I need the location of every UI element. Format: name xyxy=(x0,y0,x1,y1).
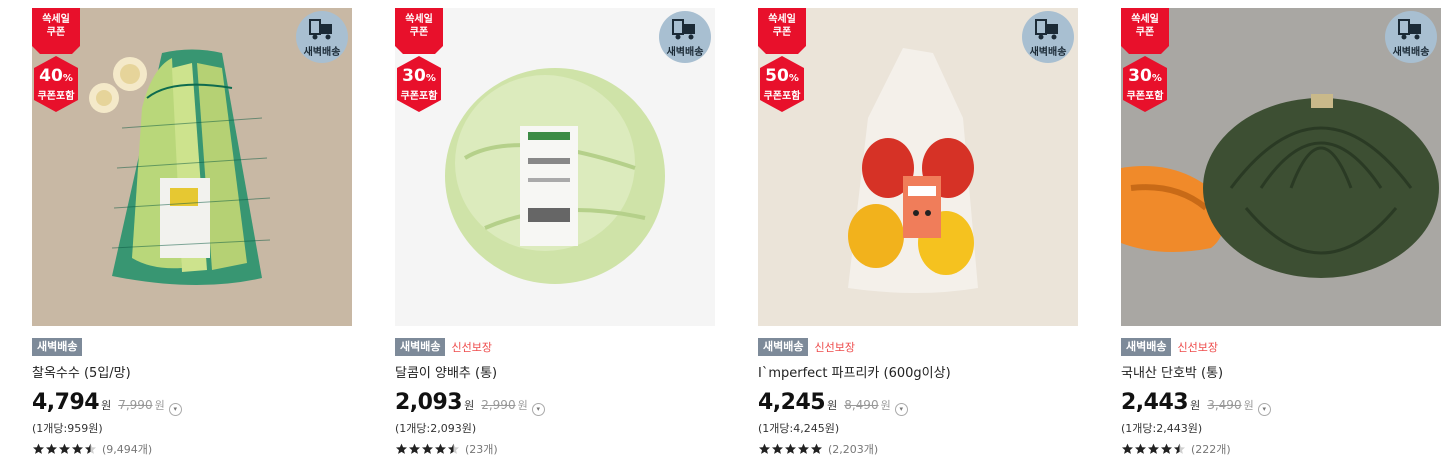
product-image[interactable]: 쏙세일 쿠폰 30% 쿠폰포함 새벽배송 xyxy=(1121,8,1441,326)
star-icon xyxy=(396,443,407,454)
star-icon xyxy=(772,443,783,454)
star-icon xyxy=(409,443,420,454)
info-circle-icon[interactable]: ▾ xyxy=(168,403,182,416)
product-name[interactable]: 국내산 단호박 (통) xyxy=(1121,365,1441,383)
star-icon xyxy=(1161,443,1172,454)
star-rating xyxy=(32,443,97,455)
unit-price: (1개당:4,245원) xyxy=(758,422,840,435)
original-price: 8,490 xyxy=(844,398,879,412)
product-name[interactable]: 찰옥수수 (5입/망) xyxy=(32,365,352,383)
original-price: 2,990 xyxy=(481,398,516,412)
product-card[interactable]: 쏙세일 쿠폰 50% 쿠폰포함 새벽배송 새벽배송 신선보장 I`mperfect … xyxy=(758,8,1078,468)
fresh-guarantee-tag: 신선보장 xyxy=(1177,341,1218,354)
sale-coupon-badge: 쏙세일 쿠폰 30% 쿠폰포함 xyxy=(1121,8,1169,112)
delivery-truck-icon xyxy=(1398,19,1421,40)
delivery-truck-icon xyxy=(1035,19,1058,40)
star-icon xyxy=(785,443,796,454)
star-icon xyxy=(85,443,96,454)
unit-price: (1개당:959원) xyxy=(32,422,103,435)
product-image[interactable]: 쏙세일 쿠폰 40% 쿠폰포함 새벽배송 xyxy=(32,8,352,326)
fresh-guarantee-tag: 신선보장 xyxy=(451,341,492,354)
unit-price: (1개당:2,443원) xyxy=(1121,422,1203,435)
info-circle-icon[interactable]: ▾ xyxy=(531,403,545,416)
star-icon xyxy=(1135,443,1146,454)
star-rating xyxy=(1121,443,1186,455)
product-card[interactable]: 쏙세일 쿠폰 30% 쿠폰포함 새벽배송 새벽배송 신선보장 국내산 단호박 (통)… xyxy=(1121,8,1441,468)
star-rating xyxy=(395,443,460,455)
product-name[interactable]: I`mperfect 파프리카 (600g이상) xyxy=(758,365,1078,383)
star-icon xyxy=(798,443,809,454)
unit-price: (1개당:2,093원) xyxy=(395,422,477,435)
star-icon xyxy=(33,443,44,454)
product-card[interactable]: 쏙세일 쿠폰 30% 쿠폰포함 새벽배송 새벽배송 신선보장 달콤이 양배추 (통)… xyxy=(395,8,715,468)
star-icon xyxy=(448,443,459,454)
dawn-delivery-badge: 새벽배송 xyxy=(659,11,711,63)
star-icon xyxy=(435,443,446,454)
product-name[interactable]: 달콤이 양배추 (통) xyxy=(395,365,715,383)
star-icon xyxy=(59,443,70,454)
star-rating xyxy=(758,443,823,455)
sale-price: 2,443 xyxy=(1121,390,1189,415)
info-circle-icon[interactable]: ▾ xyxy=(1257,403,1271,416)
product-image[interactable]: 쏙세일 쿠폰 50% 쿠폰포함 새벽배송 xyxy=(758,8,1078,326)
dawn-delivery-tag: 새벽배송 xyxy=(1121,338,1172,356)
fresh-guarantee-tag: 신선보장 xyxy=(814,341,855,354)
star-icon xyxy=(1174,443,1185,454)
sale-coupon-badge: 쏙세일 쿠폰 40% 쿠폰포함 xyxy=(32,8,80,112)
original-price: 3,490 xyxy=(1207,398,1242,412)
review-count[interactable]: (23개) xyxy=(465,441,498,457)
info-circle-icon[interactable]: ▾ xyxy=(894,403,908,416)
dawn-delivery-badge: 새벽배송 xyxy=(1022,11,1074,63)
star-icon xyxy=(759,443,770,454)
sale-price: 4,794 xyxy=(32,390,100,415)
star-icon xyxy=(46,443,57,454)
dawn-delivery-tag: 새벽배송 xyxy=(758,338,809,356)
delivery-truck-icon xyxy=(672,19,695,40)
product-card[interactable]: 쏙세일 쿠폰 40% 쿠폰포함 새벽배송 새벽배송 찰옥수수 (5입/망) 4,7… xyxy=(32,8,352,468)
dawn-delivery-badge: 새벽배송 xyxy=(1385,11,1437,63)
dawn-delivery-badge: 새벽배송 xyxy=(296,11,348,63)
review-count[interactable]: (222개) xyxy=(1191,441,1231,457)
star-icon xyxy=(811,443,822,454)
dawn-delivery-tag: 새벽배송 xyxy=(32,338,83,356)
review-count[interactable]: (2,203개) xyxy=(828,441,878,457)
dawn-delivery-tag: 새벽배송 xyxy=(395,338,446,356)
star-icon xyxy=(72,443,83,454)
sale-price: 2,093 xyxy=(395,390,463,415)
sale-coupon-badge: 쏙세일 쿠폰 50% 쿠폰포함 xyxy=(758,8,806,112)
star-icon xyxy=(1122,443,1133,454)
review-count[interactable]: (9,494개) xyxy=(102,441,152,457)
delivery-truck-icon xyxy=(309,19,332,40)
star-icon xyxy=(1148,443,1159,454)
star-icon xyxy=(422,443,433,454)
sale-coupon-badge: 쏙세일 쿠폰 30% 쿠폰포함 xyxy=(395,8,443,112)
sale-price: 4,245 xyxy=(758,390,826,415)
product-image[interactable]: 쏙세일 쿠폰 30% 쿠폰포함 새벽배송 xyxy=(395,8,715,326)
original-price: 7,990 xyxy=(118,398,153,412)
